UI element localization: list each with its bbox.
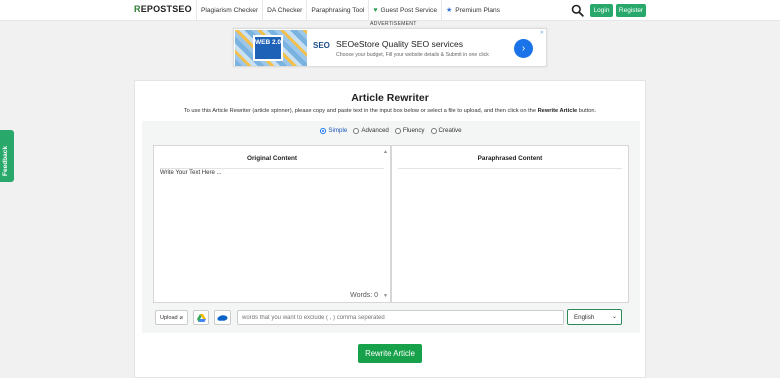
ad-banner[interactable]: WEB 2.0 SEO SEOeStore Quality SEO servic…	[233, 28, 547, 67]
ad-arrow-icon[interactable]: ›	[514, 39, 533, 58]
paraphrased-content-box: Paraphrased Content	[391, 145, 629, 303]
radio-icon[interactable]	[353, 127, 360, 134]
site-logo[interactable]: REPOSTSEO	[134, 4, 192, 14]
login-button[interactable]: Login	[590, 4, 613, 17]
ad-title: SEOeStore Quality SEO services	[336, 39, 464, 49]
register-button[interactable]: Register	[616, 4, 646, 17]
top-nav: REPOSTSEO Plagiarism Checker DA Checker …	[0, 0, 780, 21]
exclude-words-input[interactable]	[237, 310, 564, 325]
ad-brand: SEO	[313, 41, 330, 50]
article-rewriter-card: Article Rewriter To use this Article Rew…	[134, 80, 646, 378]
radio-icon[interactable]	[394, 127, 401, 134]
scroll-down-icon[interactable]: ▼	[383, 293, 388, 299]
onedrive-icon	[217, 315, 228, 321]
page-title: Article Rewriter	[351, 92, 429, 104]
nav-menu: Plagiarism Checker DA Checker Paraphrasi…	[196, 0, 504, 21]
paperclip-icon: ⌀	[179, 314, 184, 321]
mode-selector: Simple Advanced Fluency Creative	[142, 127, 640, 134]
nav-guest-post-service[interactable]: ♥ Guest Post Service	[368, 0, 441, 21]
nav-plagiarism-checker[interactable]: Plagiarism Checker	[196, 0, 262, 21]
mode-creative[interactable]: Creative	[430, 127, 462, 134]
rewriter-panel: Simple Advanced Fluency Creative Origina…	[142, 121, 640, 333]
radio-icon[interactable]	[430, 127, 437, 134]
upload-button[interactable]: Upload ⌀	[155, 310, 188, 325]
google-drive-button[interactable]	[193, 310, 209, 325]
original-content-box[interactable]: Original Content Write Your Text Here ..…	[153, 145, 391, 303]
ad-image: WEB 2.0	[235, 30, 307, 66]
heart-icon: ♥	[373, 7, 378, 14]
nav-da-checker[interactable]: DA Checker	[262, 0, 306, 21]
mode-fluency[interactable]: Fluency	[394, 127, 425, 134]
page-description: To use this Article Rewriter (article sp…	[183, 108, 597, 114]
chevron-down-icon: ⌄	[611, 314, 617, 320]
mode-simple[interactable]: Simple	[320, 127, 347, 134]
advertisement-label: ADVERTISEMENT	[370, 21, 417, 27]
radio-selected-icon[interactable]	[320, 127, 327, 134]
ad-close-icon[interactable]: ✕	[540, 30, 544, 36]
search-icon[interactable]	[571, 4, 584, 17]
ad-image-badge: WEB 2.0	[253, 35, 283, 61]
star-icon: ★	[445, 7, 453, 14]
google-drive-icon	[196, 313, 206, 322]
ad-subtitle: Choose your budget, Fill your website de…	[336, 52, 489, 58]
rewrite-article-button[interactable]: Rewrite Article	[358, 344, 422, 363]
nav-paraphrasing-tool[interactable]: Paraphrasing Tool	[306, 0, 368, 21]
nav-premium-plans[interactable]: ★ Premium Plans	[440, 0, 504, 21]
paraphrased-content-header: Paraphrased Content	[398, 155, 622, 169]
original-content-header: Original Content	[160, 155, 384, 169]
input-toolbar: Upload⌀ English⌄	[153, 309, 629, 327]
scroll-up-icon[interactable]: ▲	[383, 149, 388, 155]
onedrive-button[interactable]	[214, 310, 231, 325]
original-content-input[interactable]: Write Your Text Here ...	[160, 170, 221, 176]
mode-advanced[interactable]: Advanced	[353, 127, 389, 134]
word-count: Words: 0	[350, 292, 378, 299]
language-select[interactable]: English ⌄	[567, 309, 622, 325]
feedback-tab[interactable]: Feedback	[0, 130, 14, 182]
